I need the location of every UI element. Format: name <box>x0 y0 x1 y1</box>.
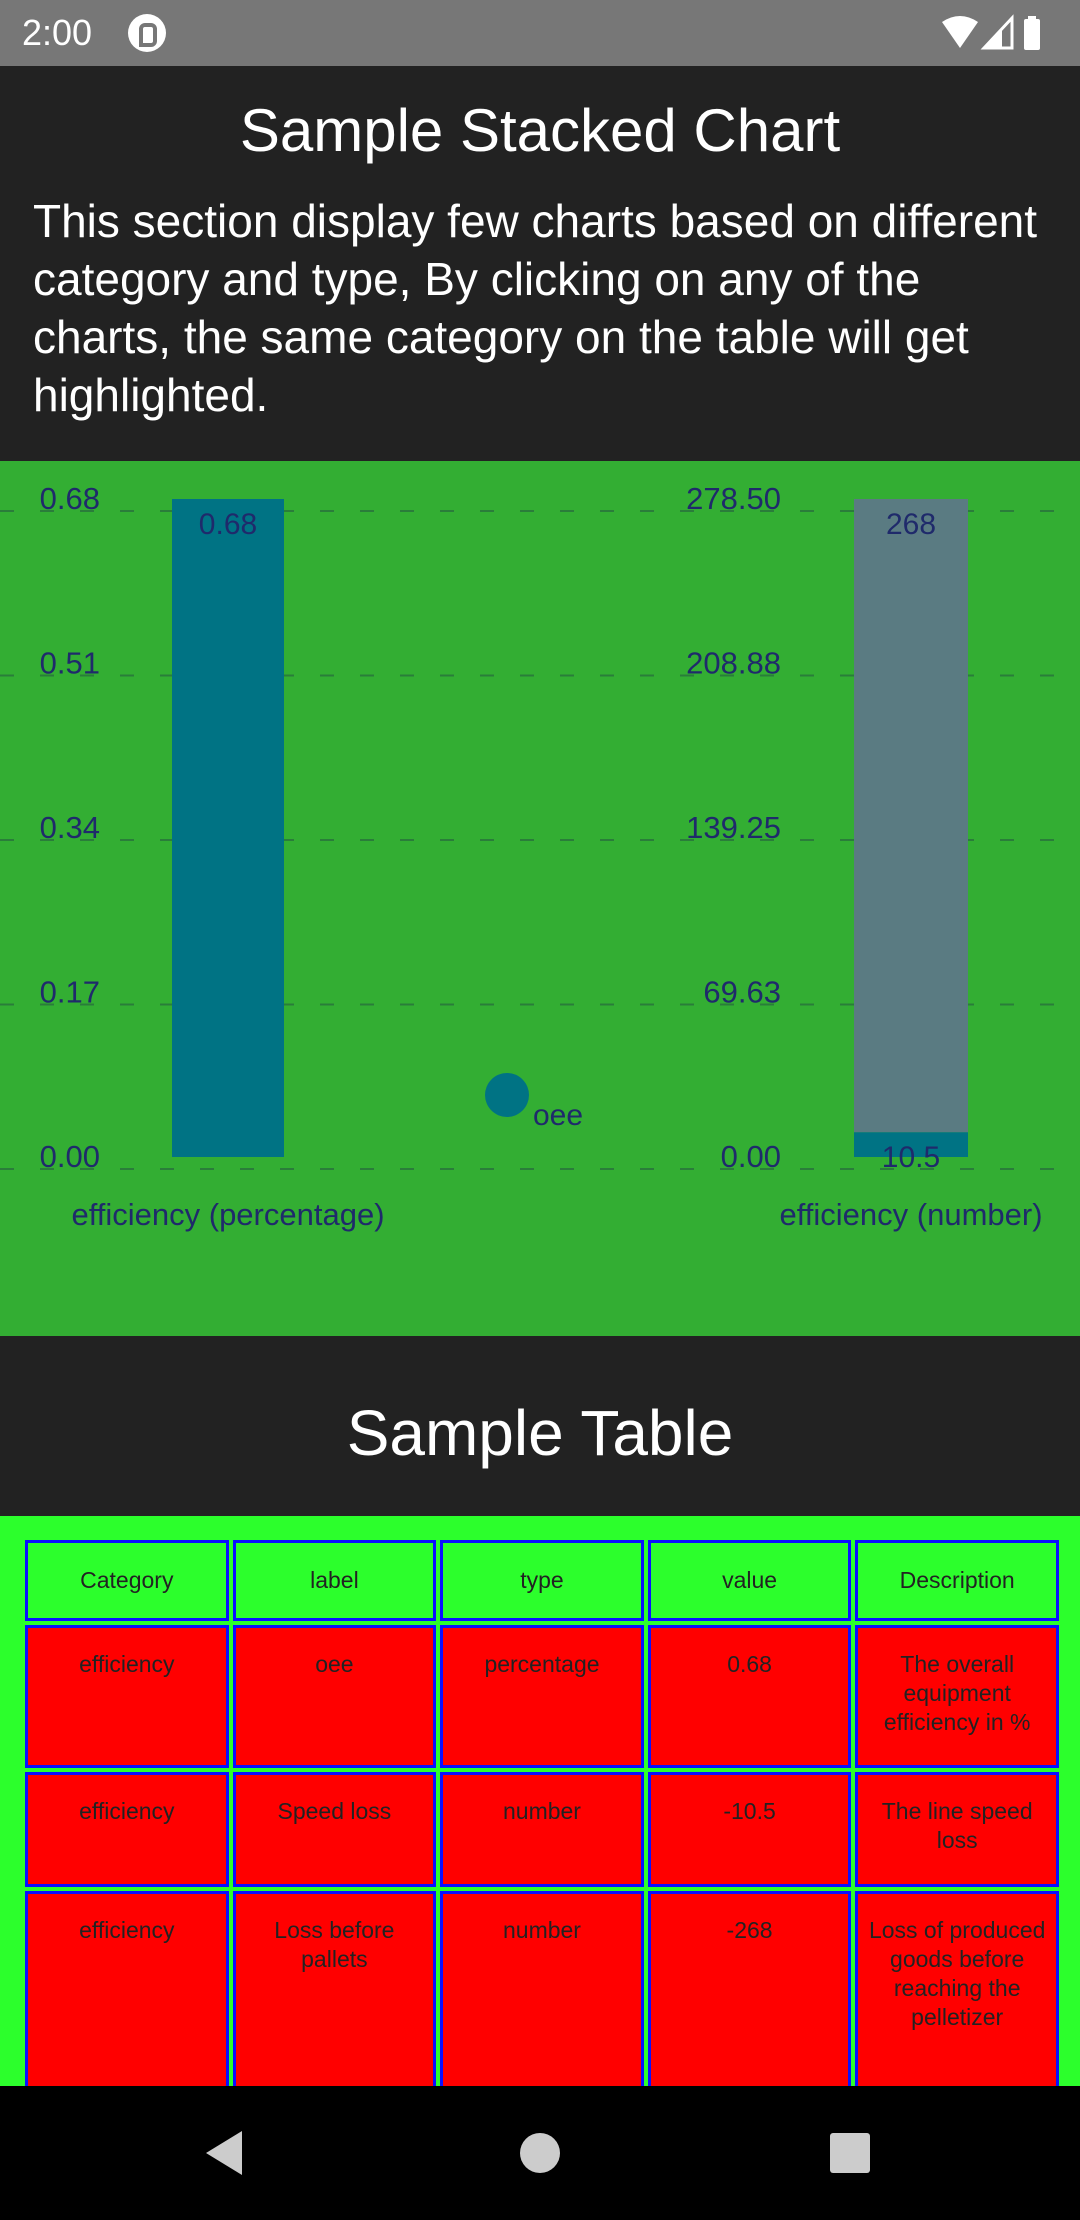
data-label: 0.68 <box>199 508 257 541</box>
chart-canvas[interactable]: 0.00 0.17 0.34 0.51 0.68 0.68 efficiency (perc… <box>0 461 1080 1336</box>
y-tick-label: 278.50 <box>686 481 781 516</box>
y-tick-label: 139.25 <box>686 810 781 845</box>
cell-signal-icon <box>980 14 1014 50</box>
wifi-icon <box>942 16 978 48</box>
app-notification-icon <box>128 14 166 52</box>
x-category-label: efficiency (number) <box>779 1197 1042 1232</box>
cell-description: The line speed loss <box>855 1772 1059 1887</box>
stacked-chart-area[interactable]: 0.00 0.17 0.34 0.51 0.68 0.68 efficiency (perc… <box>0 461 1080 1336</box>
battery-icon <box>1024 16 1040 50</box>
recents-icon <box>830 2133 870 2173</box>
y-tick-label: 0.34 <box>40 810 100 845</box>
home-button[interactable] <box>480 2086 600 2220</box>
chart-section-title: Sample Stacked Chart <box>239 97 841 164</box>
data-label: 10.5 <box>882 1141 940 1174</box>
chart-section-description: This section display few charts based on… <box>33 195 1038 421</box>
table-row[interactable]: efficiency Loss before pallets number -2… <box>25 1891 1059 2086</box>
y-tick-label: 208.88 <box>686 646 781 681</box>
back-icon <box>206 2131 242 2175</box>
table-row[interactable]: efficiency oee percentage 0.68 The overa… <box>25 1625 1059 1768</box>
cell-label: Speed loss <box>232 1772 437 1887</box>
home-icon <box>520 2133 560 2173</box>
back-button[interactable] <box>166 2086 286 2220</box>
legend-label: oee <box>533 1099 583 1132</box>
header-type[interactable]: type <box>440 1540 644 1621</box>
cell-category: efficiency <box>25 1891 229 2086</box>
cell-type: number <box>440 1772 644 1887</box>
cell-value: 0.68 <box>647 1625 852 1768</box>
cell-value: -268 <box>647 1891 852 2086</box>
status-time: 2:00 <box>22 12 93 53</box>
data-label: 268 <box>886 508 936 541</box>
y-tick-label: 0.00 <box>40 1139 100 1174</box>
y-tick-label: 0.51 <box>40 646 100 681</box>
cell-type: percentage <box>440 1625 644 1768</box>
x-category-label: efficiency (percentage) <box>71 1197 384 1232</box>
table-container[interactable]: Category label type value Description ef… <box>0 1516 1080 2086</box>
navigation-bar <box>0 2086 1080 2220</box>
cell-label: oee <box>232 1625 437 1768</box>
cell-type: number <box>440 1891 644 2086</box>
status-icons <box>940 14 1060 54</box>
status-bar: 2:00 <box>0 0 1080 66</box>
cell-category: efficiency <box>25 1772 229 1887</box>
cell-category: efficiency <box>25 1625 229 1768</box>
bar <box>172 499 284 1157</box>
header-description[interactable]: Description <box>855 1540 1059 1621</box>
y-tick-label: 0.68 <box>40 481 100 516</box>
table-row[interactable]: efficiency Speed loss number -10.5 The l… <box>25 1772 1059 1887</box>
cell-description: Loss of produced goods before reaching t… <box>855 1891 1059 2086</box>
header-category[interactable]: Category <box>25 1540 229 1621</box>
y-tick-label: 69.63 <box>703 975 781 1010</box>
table-section-title: Sample Table <box>346 1397 734 1469</box>
y-tick-label: 0.00 <box>721 1139 781 1174</box>
header-label[interactable]: label <box>232 1540 437 1621</box>
chart-header: Sample Stacked Chart This section displa… <box>0 66 1080 461</box>
header-value[interactable]: value <box>647 1540 852 1621</box>
cell-label: Loss before pallets <box>232 1891 437 2086</box>
table-header-row: Category label type value Description <box>25 1540 1059 1621</box>
cell-value: -10.5 <box>647 1772 852 1887</box>
bar <box>854 499 968 1133</box>
legend-marker <box>485 1073 529 1117</box>
cell-description: The overall equipment efficiency in % <box>855 1625 1059 1768</box>
recents-button[interactable] <box>790 2086 910 2220</box>
data-table: Category label type value Description ef… <box>21 1536 1063 2086</box>
y-tick-label: 0.17 <box>40 975 100 1010</box>
